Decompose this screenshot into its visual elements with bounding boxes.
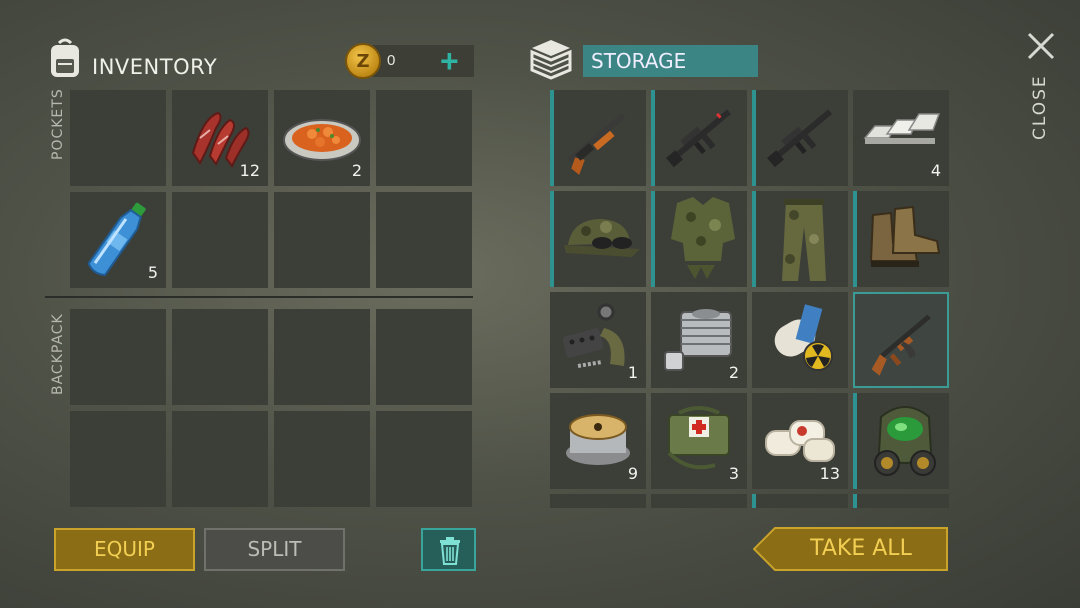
military-boots-icon xyxy=(865,205,945,271)
pocket-slot[interactable] xyxy=(172,192,268,288)
take-all-label: TAKE ALL xyxy=(810,536,912,561)
storage-slot[interactable]: 1 xyxy=(550,292,646,388)
close-icon[interactable] xyxy=(1026,31,1056,61)
backpack-slot[interactable] xyxy=(376,411,472,507)
storage-slot[interactable] xyxy=(651,494,747,508)
stew-plate-icon xyxy=(282,110,362,162)
storage-grid[interactable]: 4 1 2 9 3 13 xyxy=(550,90,954,508)
storage-slot[interactable]: 2 xyxy=(651,292,747,388)
storage-slot[interactable]: 3 xyxy=(651,393,747,489)
item-quantity: 2 xyxy=(728,363,739,382)
camo-pants-icon xyxy=(776,195,832,283)
close-label[interactable]: CLOSE xyxy=(1030,74,1050,140)
backpack-slot[interactable] xyxy=(70,309,166,405)
storage-slot[interactable] xyxy=(550,90,646,186)
pocket-slot[interactable]: 12 xyxy=(172,90,268,186)
storage-slot[interactable] xyxy=(853,393,949,489)
delete-button[interactable] xyxy=(421,528,476,571)
pocket-slot[interactable] xyxy=(70,90,166,186)
bandages-icon xyxy=(760,411,840,467)
pocket-slot[interactable]: 5 xyxy=(70,192,166,288)
storage-slot[interactable] xyxy=(853,191,949,287)
camo-cap-icon xyxy=(562,215,642,261)
item-quantity: 3 xyxy=(728,464,739,483)
trash-icon xyxy=(439,537,461,565)
item-quantity: 1 xyxy=(627,363,638,382)
backpack-slot[interactable] xyxy=(70,411,166,507)
camo-vest-icon xyxy=(665,195,741,283)
pocket-slot[interactable] xyxy=(376,90,472,186)
backpack-slot[interactable] xyxy=(172,411,268,507)
iron-bars-icon xyxy=(861,108,941,148)
storage-slot[interactable] xyxy=(550,494,646,508)
storage-title: STORAGE xyxy=(583,45,758,77)
storage-slot[interactable] xyxy=(853,494,949,508)
backpack-label: BACKPACK xyxy=(50,313,66,395)
backpack-slot[interactable] xyxy=(274,411,370,507)
equip-button[interactable]: EQUIP xyxy=(54,528,195,571)
coin-amount: 0 xyxy=(387,52,396,69)
shotgun-icon xyxy=(560,96,642,178)
backpack-slot[interactable] xyxy=(172,309,268,405)
storage-slot-selected[interactable] xyxy=(853,292,949,388)
item-quantity: 5 xyxy=(147,263,158,282)
raw-meat-icon xyxy=(188,108,254,168)
item-quantity: 12 xyxy=(239,161,260,180)
storage-slot[interactable] xyxy=(651,90,747,186)
item-quantity: 4 xyxy=(930,161,941,180)
backpack-icon xyxy=(45,37,85,79)
water-bottle-icon xyxy=(86,196,150,282)
weapon-parts-icon xyxy=(558,300,638,380)
engine-cylinder-icon xyxy=(659,302,739,378)
inventory-title: INVENTORY xyxy=(92,55,218,79)
split-button[interactable]: SPLIT xyxy=(204,528,345,571)
gas-mask-icon xyxy=(865,399,945,483)
wire-spool-icon xyxy=(562,409,634,469)
backpack-slot[interactable] xyxy=(274,309,370,405)
coin-icon: Z xyxy=(345,43,381,79)
add-coins-button[interactable]: + xyxy=(440,45,459,77)
pocket-slot[interactable] xyxy=(274,192,370,288)
storage-slot[interactable] xyxy=(752,494,848,508)
pocket-slot[interactable] xyxy=(376,192,472,288)
storage-slot[interactable]: 4 xyxy=(853,90,949,186)
m16-rifle-icon xyxy=(661,96,743,178)
storage-slot[interactable] xyxy=(752,292,848,388)
ak-rifle-icon xyxy=(859,300,943,384)
pockets-label: POCKETS xyxy=(50,88,66,160)
storage-slot[interactable] xyxy=(550,191,646,287)
take-all-button[interactable]: TAKE ALL xyxy=(753,527,948,571)
item-quantity: 9 xyxy=(627,464,638,483)
m16-rifle-icon xyxy=(762,96,844,178)
storage-slot[interactable] xyxy=(752,90,848,186)
storage-slot[interactable]: 9 xyxy=(550,393,646,489)
pocket-slot[interactable]: 2 xyxy=(274,90,370,186)
item-quantity: 2 xyxy=(351,161,362,180)
section-divider xyxy=(45,296,473,298)
medical-bag-icon xyxy=(659,403,739,477)
storage-box-icon xyxy=(528,38,574,80)
storage-slot[interactable]: 13 xyxy=(752,393,848,489)
backpack-slot[interactable] xyxy=(376,309,472,405)
storage-slot[interactable] xyxy=(651,191,747,287)
storage-slot[interactable] xyxy=(752,191,848,287)
item-quantity: 13 xyxy=(819,464,840,483)
radio-magazines-icon xyxy=(760,300,840,380)
